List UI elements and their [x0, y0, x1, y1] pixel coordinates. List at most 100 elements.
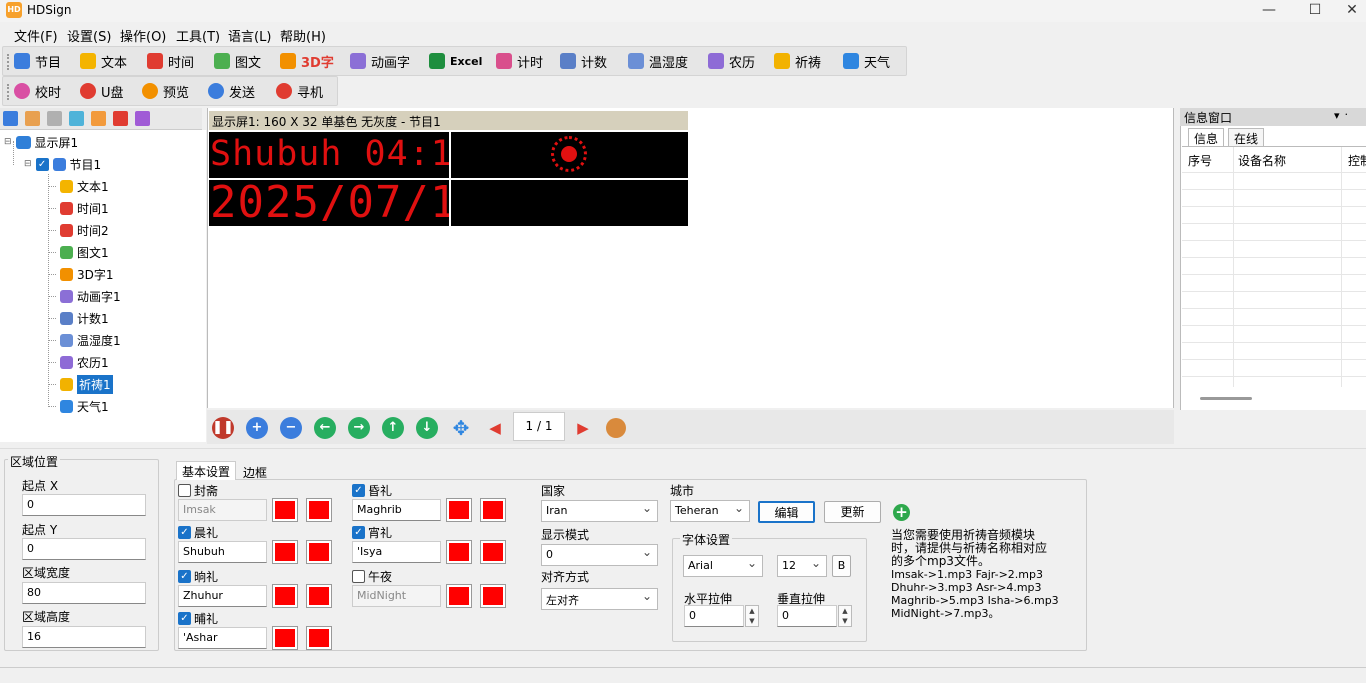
- check-all-icon[interactable]: [135, 111, 150, 126]
- toolbar-animated-text-button[interactable]: 动画字: [350, 46, 410, 76]
- prayer-name-input[interactable]: MidNight: [352, 585, 441, 607]
- tree-node-item[interactable]: 时间1: [48, 197, 109, 219]
- time-color-swatch[interactable]: [306, 584, 332, 608]
- toolbar-counter-button[interactable]: 计数: [560, 46, 607, 76]
- time-color-swatch[interactable]: [480, 498, 506, 522]
- toolbar-image-button[interactable]: 图文: [214, 46, 261, 76]
- column-header-index[interactable]: 序号: [1188, 152, 1212, 169]
- prayer-checkbox[interactable]: ✓: [178, 612, 191, 625]
- time-color-swatch[interactable]: [480, 540, 506, 564]
- copy-icon[interactable]: [25, 111, 40, 126]
- add-icon[interactable]: +: [893, 504, 910, 521]
- prayer-checkbox[interactable]: ✓: [178, 526, 191, 539]
- arrow-right-icon[interactable]: →: [348, 417, 370, 439]
- prayer-checkbox-row[interactable]: ✓ 宵礼: [352, 524, 392, 541]
- toolbar-time-sync-button[interactable]: 校时: [14, 76, 61, 106]
- tree-node-item[interactable]: 动画字1: [48, 285, 121, 307]
- prayer-name-input[interactable]: 'Ashar: [178, 627, 267, 649]
- menu-help[interactable]: 帮助(H): [280, 26, 326, 45]
- toolbar-3d-text-button[interactable]: 3D字: [280, 46, 334, 76]
- start-x-input[interactable]: 0: [22, 494, 146, 516]
- start-y-input[interactable]: 0: [22, 538, 146, 560]
- text-color-swatch[interactable]: [272, 540, 298, 564]
- tree-node-item[interactable]: 温湿度1: [48, 329, 121, 351]
- text-color-swatch[interactable]: [272, 584, 298, 608]
- move-all-icon[interactable]: ✥: [450, 417, 472, 439]
- height-input[interactable]: 16: [22, 626, 146, 648]
- menu-settings[interactable]: 设置(S): [67, 26, 111, 45]
- arrow-up-icon[interactable]: ↑: [382, 417, 404, 439]
- prayer-checkbox-row[interactable]: ✓ 昏礼: [352, 482, 392, 499]
- text-color-swatch[interactable]: [446, 498, 472, 522]
- tree-node-item[interactable]: 文本1: [48, 175, 109, 197]
- vertical-stretch-spinner[interactable]: ▲ ▼: [838, 605, 852, 627]
- prayer-checkbox-row[interactable]: 午夜: [352, 568, 392, 585]
- led-clock-region[interactable]: [451, 132, 688, 178]
- toolbar-thermometer-button[interactable]: 温湿度: [628, 46, 688, 76]
- toolbar-clock-button[interactable]: 时间: [147, 46, 194, 76]
- led-line-1[interactable]: Shubuh 04:18: [209, 132, 449, 178]
- zoom-in-icon[interactable]: +: [246, 417, 268, 439]
- tree-node-item[interactable]: 祈祷1: [48, 373, 113, 395]
- toolbar-program-button[interactable]: 节目: [14, 46, 61, 76]
- edit-button[interactable]: 编辑: [758, 501, 815, 523]
- prayer-checkbox-row[interactable]: ✓ 晌礼: [178, 568, 218, 585]
- led-empty-region[interactable]: [451, 180, 688, 226]
- country-select[interactable]: Iran: [541, 500, 658, 522]
- time-color-swatch[interactable]: [480, 584, 506, 608]
- minimize-button[interactable]: —: [1246, 0, 1292, 22]
- text-color-swatch[interactable]: [272, 498, 298, 522]
- menu-file[interactable]: 文件(F): [14, 26, 58, 45]
- maximize-button[interactable]: ☐: [1292, 0, 1338, 22]
- font-size-select[interactable]: 12: [777, 555, 827, 577]
- prayer-checkbox-row[interactable]: ✓ 晨礼: [178, 524, 218, 541]
- tree-node-item[interactable]: 农历1: [48, 351, 109, 373]
- tree-node-item[interactable]: 计数1: [48, 307, 109, 329]
- paste-icon[interactable]: [47, 111, 62, 126]
- prayer-checkbox[interactable]: [352, 570, 365, 583]
- collapse-icon[interactable]: ⊟: [4, 137, 12, 147]
- time-color-swatch[interactable]: [306, 626, 332, 650]
- text-color-swatch[interactable]: [446, 584, 472, 608]
- horizontal-stretch-input[interactable]: 0: [684, 605, 744, 627]
- toolbar-preview-button[interactable]: 预览: [142, 76, 189, 106]
- time-color-swatch[interactable]: [306, 540, 332, 564]
- text-color-swatch[interactable]: [446, 540, 472, 564]
- menu-language[interactable]: 语言(L): [228, 26, 271, 45]
- prayer-checkbox-row[interactable]: 封斋: [178, 482, 218, 499]
- menu-tools[interactable]: 工具(T): [176, 26, 220, 45]
- prayer-name-input[interactable]: Zhuhur: [178, 585, 267, 607]
- next-page-icon[interactable]: ▶: [572, 417, 594, 439]
- previous-page-icon[interactable]: ◀: [484, 417, 506, 439]
- arrow-down-icon[interactable]: ↓: [416, 417, 438, 439]
- bold-button[interactable]: B: [832, 555, 851, 577]
- prayer-name-input[interactable]: 'Isya: [352, 541, 441, 563]
- zoom-out-icon[interactable]: −: [280, 417, 302, 439]
- prayer-name-input[interactable]: Shubuh: [178, 541, 267, 563]
- update-button[interactable]: 更新: [824, 501, 881, 523]
- toolbar-calendar-button[interactable]: 农历: [708, 46, 755, 76]
- toolbar-text-button[interactable]: 文本: [80, 46, 127, 76]
- prayer-checkbox[interactable]: ✓: [352, 526, 365, 539]
- led-line-2[interactable]: 2025/07/1: [209, 180, 449, 226]
- tree-node-item[interactable]: 天气1: [48, 395, 109, 417]
- collapse-icon[interactable]: ⊟: [24, 159, 32, 169]
- horizontal-stretch-spinner[interactable]: ▲ ▼: [745, 605, 759, 627]
- menu-operation[interactable]: 操作(O): [120, 26, 166, 45]
- prayer-checkbox[interactable]: ✓: [352, 484, 365, 497]
- tree-node-display[interactable]: ⊟ 显示屏1: [4, 131, 78, 153]
- time-color-swatch[interactable]: [306, 498, 332, 522]
- font-family-select[interactable]: Arial: [683, 555, 763, 577]
- vertical-stretch-input[interactable]: 0: [777, 605, 837, 627]
- delete-icon[interactable]: [113, 111, 128, 126]
- pause-icon[interactable]: ❚❚: [212, 417, 234, 439]
- text-color-swatch[interactable]: [272, 626, 298, 650]
- toolbar-excel-button[interactable]: Excel: [429, 46, 482, 76]
- prayer-name-input[interactable]: Imsak: [178, 499, 267, 521]
- toolbar-weather-button[interactable]: 天气: [843, 46, 890, 76]
- width-input[interactable]: 80: [22, 582, 146, 604]
- column-header-device-name[interactable]: 设备名称: [1238, 152, 1286, 169]
- horizontal-scrollbar[interactable]: [1200, 397, 1252, 400]
- toolbar-grip[interactable]: [7, 54, 10, 70]
- prayer-name-input[interactable]: Maghrib: [352, 499, 441, 521]
